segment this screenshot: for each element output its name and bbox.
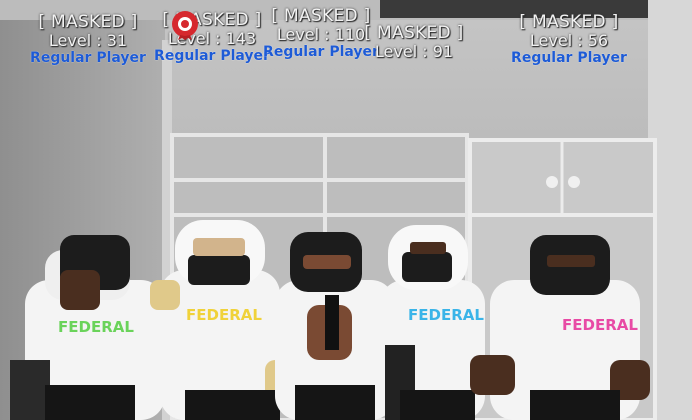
award-ribbon-icon [172, 11, 198, 40]
nametag-level: Level : 56 [529, 31, 609, 50]
shirt-print-4: FEDERAL [562, 316, 638, 334]
character-3[interactable] [275, 232, 395, 420]
game-scene: FEDERAL FEDERAL FEDERAL FEDERAL [ MASKED… [0, 0, 692, 420]
shirt-print-3: FEDERAL [408, 306, 484, 324]
nametag-level: Level : 91 [374, 42, 454, 61]
nametag-player-5[interactable]: [ MASKED ] Level : 56 Regular Player [494, 12, 644, 66]
shirt-print-2: FEDERAL [186, 306, 262, 324]
nametag-player-4[interactable]: [ MASKED ] Level : 91 [339, 25, 489, 60]
nametag-role: Regular Player [511, 50, 627, 66]
nametag-masked: [ MASKED ] [364, 23, 464, 43]
shirt-print-1: FEDERAL [58, 318, 134, 336]
nametag-masked: [ MASKED ] [519, 12, 619, 32]
